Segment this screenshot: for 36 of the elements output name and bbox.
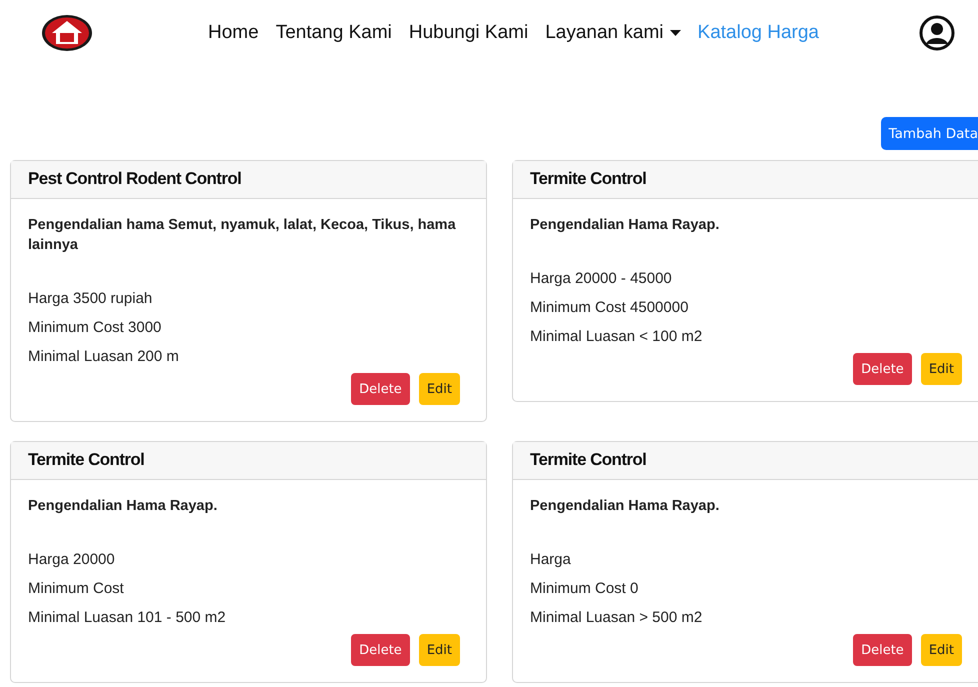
price-detail: Minimal Luasan > 500 m2: [530, 608, 704, 628]
edit-button[interactable]: Edit: [920, 353, 962, 385]
price-detail: Minimal Luasan 200 m: [28, 347, 180, 367]
logo-icon[interactable]: [40, 13, 94, 53]
card-title: Pest Control Rodent Control: [11, 161, 486, 199]
delete-button[interactable]: Delete: [853, 634, 912, 666]
price-detail: Harga 3500 rupiah: [28, 289, 154, 309]
nav-dropdown[interactable]: Layanan kami: [545, 22, 681, 44]
price-detail: Harga: [530, 550, 572, 570]
delete-button[interactable]: Delete: [853, 353, 912, 385]
service-description: Pengendalian hama Semut, nyamuk, lalat, Kecoa, Tikus, hama lainnya: [28, 216, 457, 255]
service-description: Pengendalian Hama Rayap.: [530, 216, 720, 235]
price-detail: Minimum Cost: [28, 579, 125, 599]
edit-button[interactable]: Edit: [920, 634, 962, 666]
price-detail: Minimum Cost 4500000: [530, 298, 690, 318]
caret-icon[interactable]: [670, 30, 681, 36]
nav-link[interactable]: Hubungi Kami: [408, 22, 528, 44]
price-detail: Minimal Luasan < 100 m2: [530, 327, 704, 347]
edit-button[interactable]: Edit: [418, 373, 460, 405]
card-title: Termite Control: [11, 442, 486, 480]
delete-button[interactable]: Delete: [351, 373, 410, 405]
edit-button[interactable]: Edit: [418, 634, 460, 666]
price-detail: Harga 20000: [28, 550, 116, 570]
card-title: Termite Control: [513, 442, 978, 480]
price-detail: Minimum Cost 3000: [28, 318, 162, 338]
delete-button[interactable]: Delete: [351, 634, 410, 666]
add-data-button[interactable]: Tambah Data: [880, 117, 978, 150]
user-avatar-icon[interactable]: [918, 15, 955, 51]
nav-link[interactable]: Tentang Kami: [276, 22, 392, 44]
card-title: Termite Control: [513, 161, 978, 199]
price-detail: Minimal Luasan 101 - 500 m2: [28, 608, 227, 628]
service-description: Pengendalian Hama Rayap.: [530, 497, 720, 516]
service-description: Pengendalian Hama Rayap.: [28, 497, 218, 516]
price-detail: Harga 20000 - 45000: [530, 269, 673, 289]
nav-link[interactable]: Home: [208, 22, 259, 44]
price-detail: Minimum Cost 0: [530, 579, 640, 599]
